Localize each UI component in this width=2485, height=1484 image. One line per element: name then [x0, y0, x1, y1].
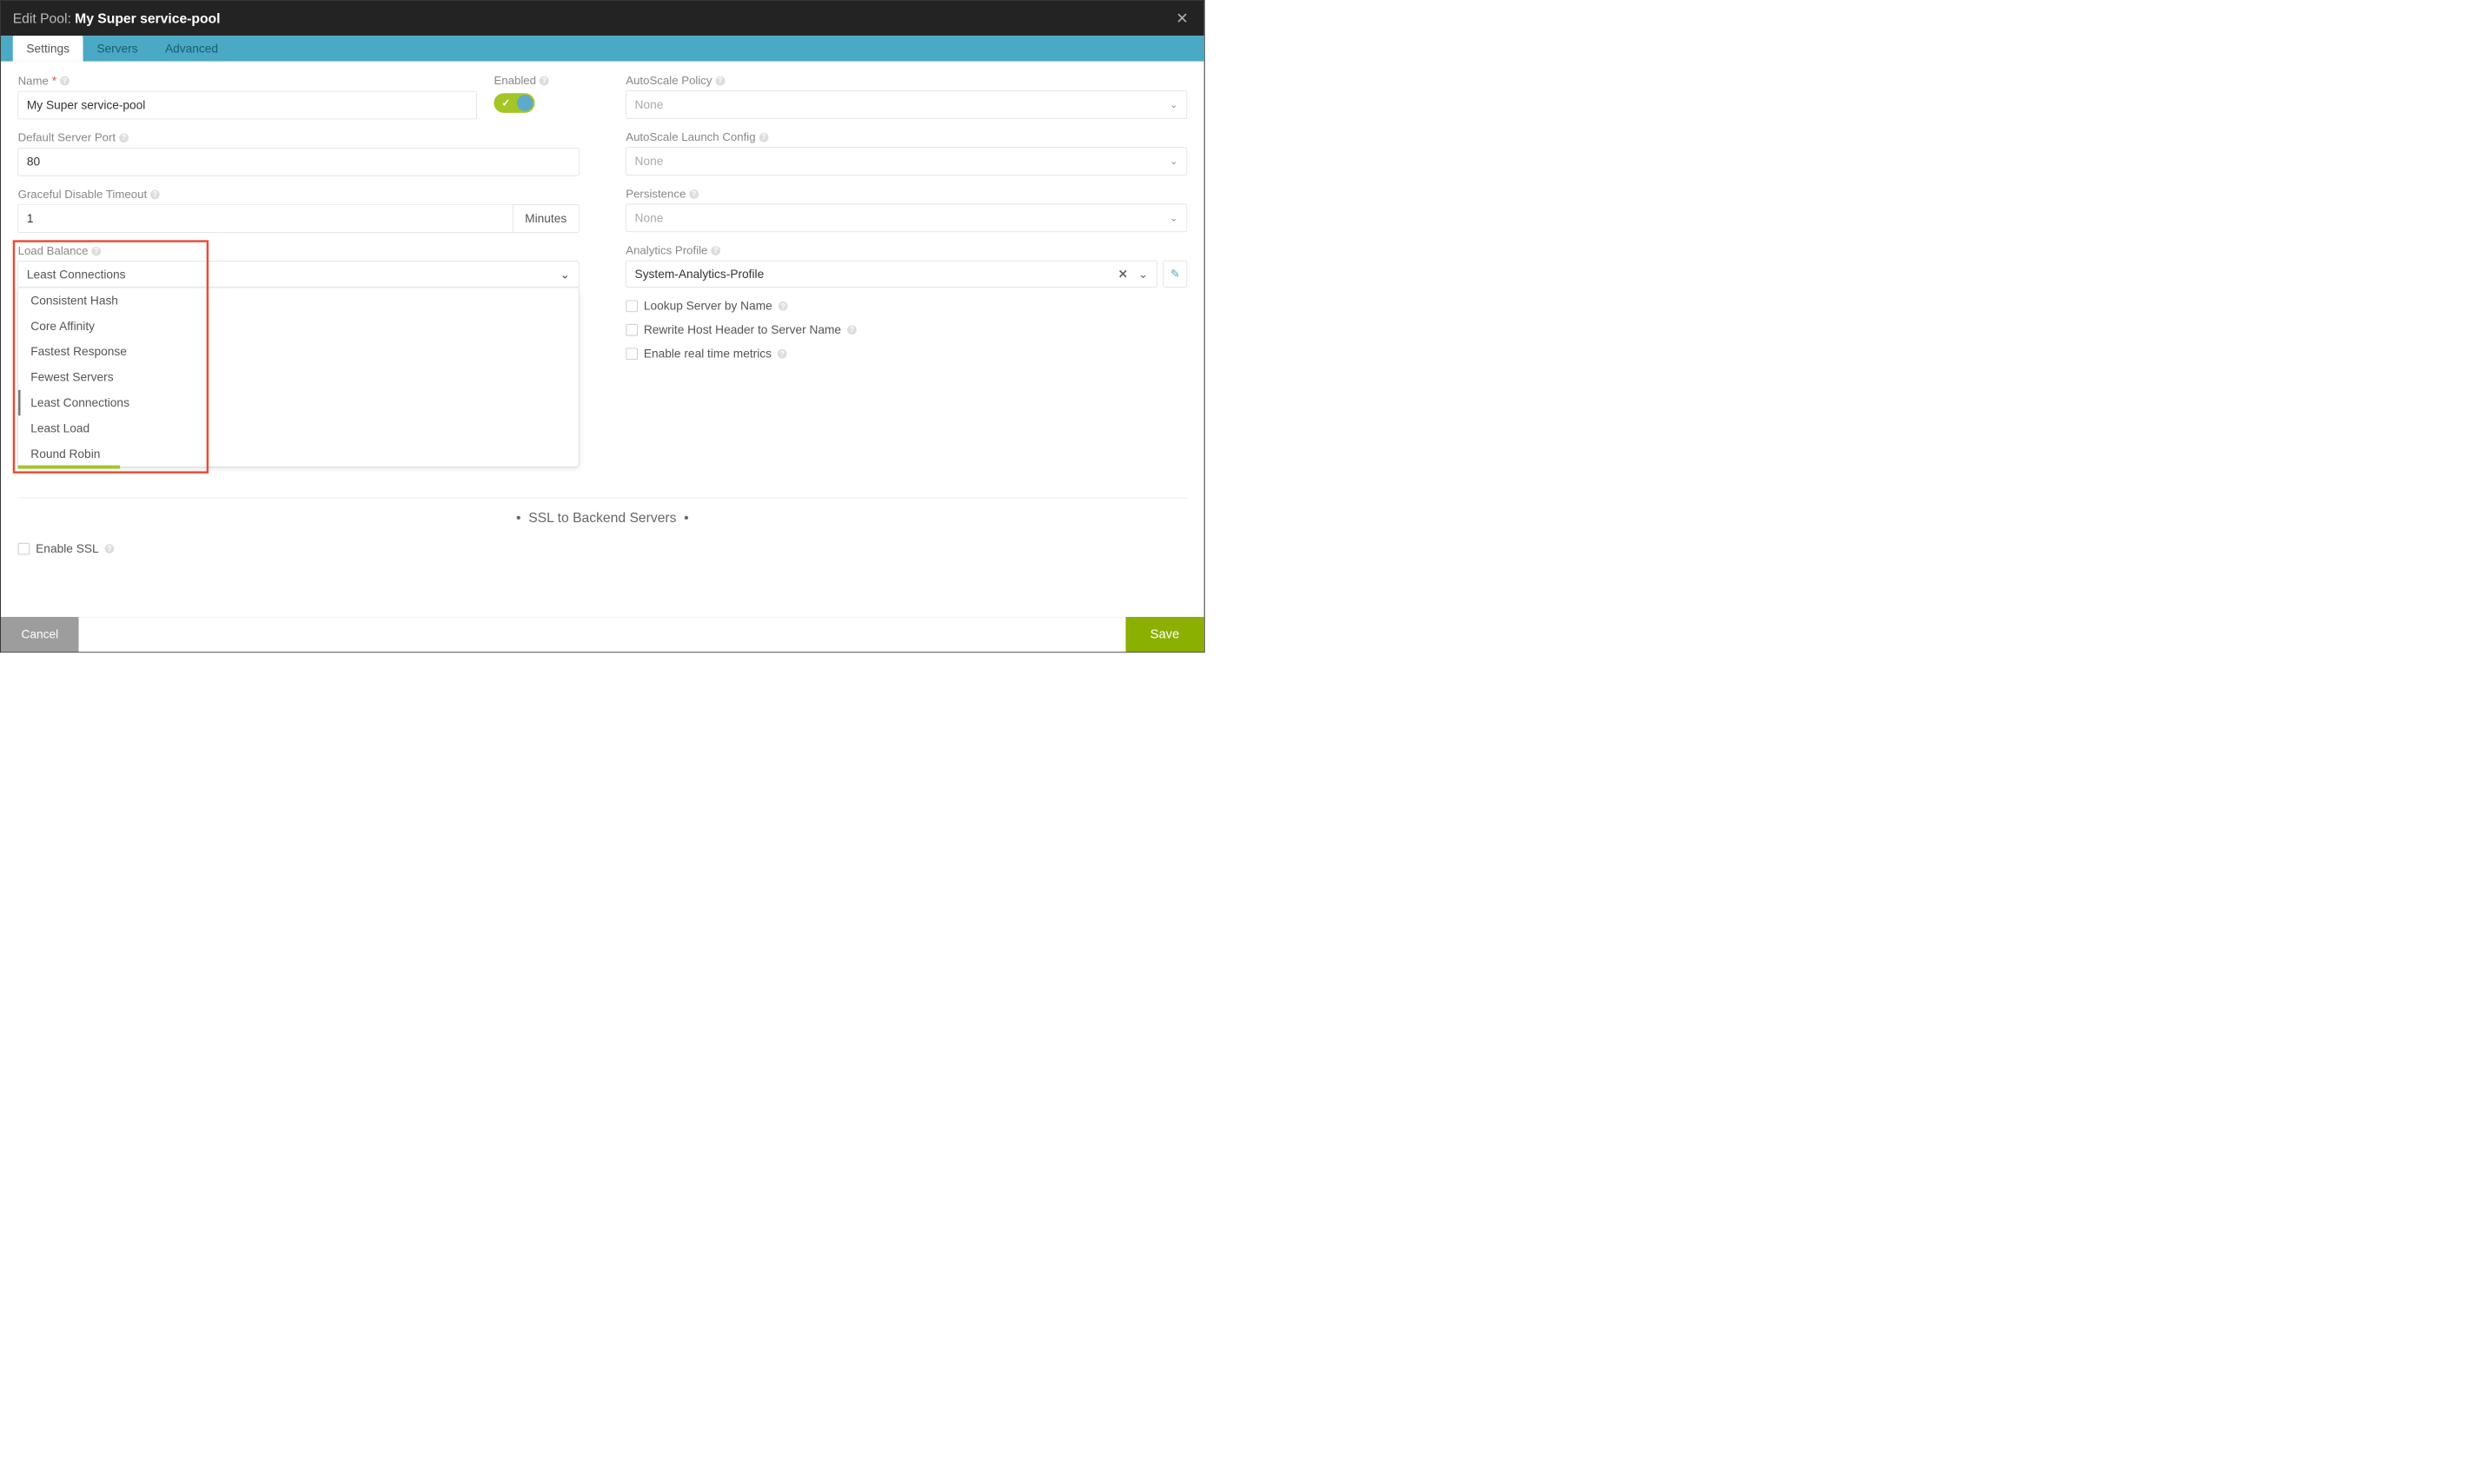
- realtime-metrics-label: Enable real time metrics: [644, 347, 772, 361]
- analytics-select[interactable]: System-Analytics-Profile ✕ ⌄: [626, 261, 1157, 288]
- autoscale-launch-select[interactable]: None: [626, 148, 1187, 176]
- chevron-down-icon: ⌄: [1138, 267, 1148, 281]
- lb-option-least-connections[interactable]: Least Connections: [18, 390, 579, 415]
- check-icon: ✓: [501, 96, 510, 109]
- lb-option-fewest-servers[interactable]: Fewest Servers: [18, 364, 579, 389]
- enable-ssl-checkbox[interactable]: [18, 543, 30, 555]
- help-icon[interactable]: ?: [60, 76, 70, 86]
- footer: Cancel Save: [1, 617, 1204, 652]
- graceful-label: Graceful Disable Timeout ?: [18, 188, 580, 201]
- help-icon[interactable]: ?: [711, 246, 720, 255]
- tabs: Settings Servers Advanced: [1, 36, 1204, 61]
- lb-option-least-load[interactable]: Least Load: [18, 415, 579, 441]
- save-button[interactable]: Save: [1125, 617, 1203, 652]
- pencil-icon: ✎: [1170, 268, 1180, 281]
- enabled-label: Enabled ?: [494, 74, 579, 87]
- edit-analytics-button[interactable]: ✎: [1163, 261, 1187, 288]
- load-balance-select[interactable]: Least Connections ⌄: [18, 261, 580, 288]
- lb-option-fastest-response[interactable]: Fastest Response: [18, 339, 579, 364]
- title-name: My Super service-pool: [75, 10, 220, 26]
- analytics-label: Analytics Profile ?: [626, 244, 1187, 257]
- load-balance-selected-value: Least Connections: [27, 268, 126, 282]
- help-icon[interactable]: ?: [91, 246, 101, 255]
- lb-underline: [18, 466, 121, 469]
- chevron-down-icon: ⌄: [560, 268, 570, 282]
- help-icon[interactable]: ?: [150, 189, 160, 199]
- analytics-value: System-Analytics-Profile: [635, 267, 765, 281]
- rewrite-host-checkbox[interactable]: [626, 324, 638, 336]
- load-balance-label: Load Balance ?: [18, 244, 580, 257]
- graceful-input[interactable]: [18, 204, 513, 232]
- enable-ssl-label: Enable SSL: [36, 542, 98, 556]
- name-input[interactable]: [18, 91, 477, 119]
- realtime-metrics-checkbox[interactable]: [626, 348, 638, 360]
- persistence-select[interactable]: None: [626, 204, 1187, 232]
- clear-icon[interactable]: ✕: [1118, 267, 1128, 281]
- edit-pool-modal: Edit Pool: My Super service-pool ✕ Setti…: [0, 0, 1205, 653]
- toggle-knob: [517, 95, 533, 111]
- help-icon[interactable]: ?: [759, 133, 768, 142]
- lb-option-round-robin[interactable]: Round Robin: [18, 441, 579, 467]
- tab-servers[interactable]: Servers: [83, 36, 152, 61]
- persistence-label: Persistence ?: [626, 188, 1187, 201]
- autoscale-policy-label: AutoScale Policy ?: [626, 74, 1187, 87]
- help-icon[interactable]: ?: [540, 76, 549, 85]
- enabled-toggle[interactable]: ✓: [494, 93, 534, 113]
- lookup-server-label: Lookup Server by Name: [644, 299, 772, 313]
- help-icon[interactable]: ?: [104, 544, 114, 553]
- help-icon[interactable]: ?: [715, 76, 725, 85]
- rewrite-host-label: Rewrite Host Header to Server Name: [644, 323, 841, 337]
- title-prefix: Edit Pool:: [13, 10, 71, 26]
- titlebar: Edit Pool: My Super service-pool ✕: [1, 1, 1204, 36]
- help-icon[interactable]: ?: [689, 189, 699, 199]
- help-icon[interactable]: ?: [119, 133, 129, 142]
- ssl-section-header: • SSL to Backend Servers •: [18, 498, 1188, 538]
- help-icon[interactable]: ?: [778, 349, 787, 359]
- autoscale-policy-select[interactable]: None: [626, 90, 1187, 118]
- default-port-input[interactable]: [18, 148, 580, 176]
- lookup-server-checkbox[interactable]: [626, 300, 638, 312]
- tab-settings[interactable]: Settings: [13, 36, 83, 61]
- name-label: Name * ?: [18, 74, 477, 88]
- load-balance-dropdown: Consistent Hash Core Affinity Fastest Re…: [18, 288, 580, 467]
- help-icon[interactable]: ?: [847, 325, 857, 335]
- graceful-unit: Minutes: [513, 204, 579, 232]
- required-star: *: [52, 74, 56, 88]
- cancel-button[interactable]: Cancel: [1, 617, 79, 652]
- tab-advanced[interactable]: Advanced: [151, 36, 231, 61]
- lb-option-core-affinity[interactable]: Core Affinity: [18, 314, 579, 339]
- default-port-label: Default Server Port ?: [18, 131, 580, 144]
- help-icon[interactable]: ?: [779, 301, 788, 311]
- lb-option-consistent-hash[interactable]: Consistent Hash: [18, 288, 579, 313]
- close-icon[interactable]: ✕: [1172, 10, 1192, 28]
- autoscale-launch-label: AutoScale Launch Config ?: [626, 130, 1187, 143]
